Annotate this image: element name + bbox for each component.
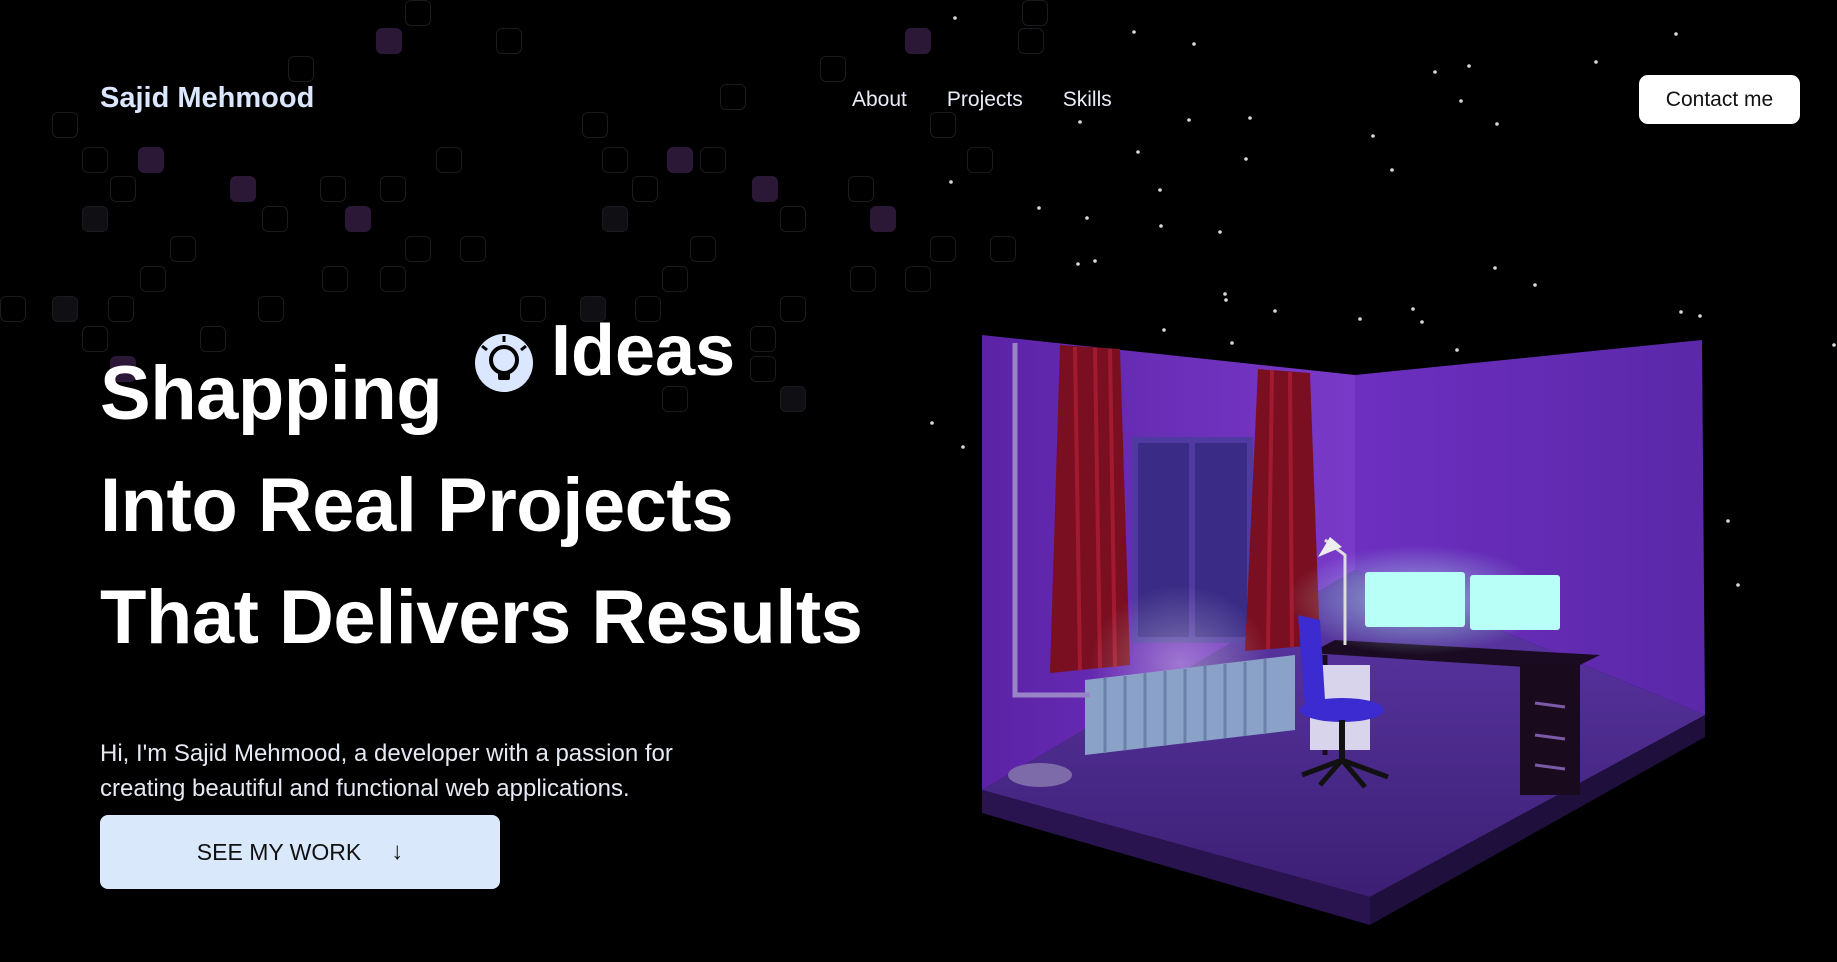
star [1132,30,1136,34]
star [1726,519,1730,523]
star [930,421,934,425]
star [1594,60,1598,64]
rotating-word-text: Ideas [551,318,736,391]
star [1411,307,1415,311]
monitor-right [1470,575,1560,630]
see-my-work-button[interactable]: SEE MY WORK ↓ [100,815,500,889]
star [1459,99,1463,103]
main-nav: About Projects Skills [852,88,1112,112]
star [1093,259,1097,263]
star [1136,150,1140,154]
star [1248,116,1252,120]
star [1273,309,1277,313]
star [961,445,965,449]
star [1495,122,1499,126]
isometric-room-3d [982,335,1705,925]
star [1224,298,1228,302]
star [1698,314,1702,318]
star [1420,320,1424,324]
star [1832,343,1836,347]
star [953,16,957,20]
star [1158,188,1162,192]
star [1467,64,1471,68]
star [1192,42,1196,46]
star [1493,266,1497,270]
arrow-down-icon: ↓ [391,838,404,865]
star [1223,292,1227,296]
star [1679,310,1683,314]
lightbulb-icon [475,334,533,392]
star [1076,262,1080,266]
star [1390,168,1394,172]
portfolio-page: Sajid Mehmood About Projects Skills Cont… [0,0,1837,962]
star [1433,70,1437,74]
cta-label: SEE MY WORK [196,838,362,865]
star [1187,118,1191,122]
headline-line-2: Into Real Projects [100,463,733,548]
brand-logo[interactable]: Sajid Mehmood [100,82,314,115]
star [1736,583,1740,587]
nav-link-skills[interactable]: Skills [1063,88,1112,112]
star [1244,157,1248,161]
star [1371,134,1375,138]
headline-line-3: That Delivers Results [100,575,863,660]
headline-line-1: Shapping [100,351,443,436]
star [1037,206,1041,210]
star [1218,230,1222,234]
star [1159,224,1163,228]
rotating-word: Ideas [473,318,773,438]
nav-link-about[interactable]: About [852,88,907,112]
star [949,180,953,184]
star [1533,283,1537,287]
hero-subtext: Hi, I'm Sajid Mehmood, a developer with … [100,740,673,802]
star [1078,120,1082,124]
monitor-left [1365,572,1465,627]
nav-link-projects[interactable]: Projects [947,88,1023,112]
contact-button[interactable]: Contact me [1639,75,1800,124]
star [1674,32,1678,36]
star [1085,216,1089,220]
robot-vacuum [1008,763,1072,787]
star [1358,317,1362,321]
